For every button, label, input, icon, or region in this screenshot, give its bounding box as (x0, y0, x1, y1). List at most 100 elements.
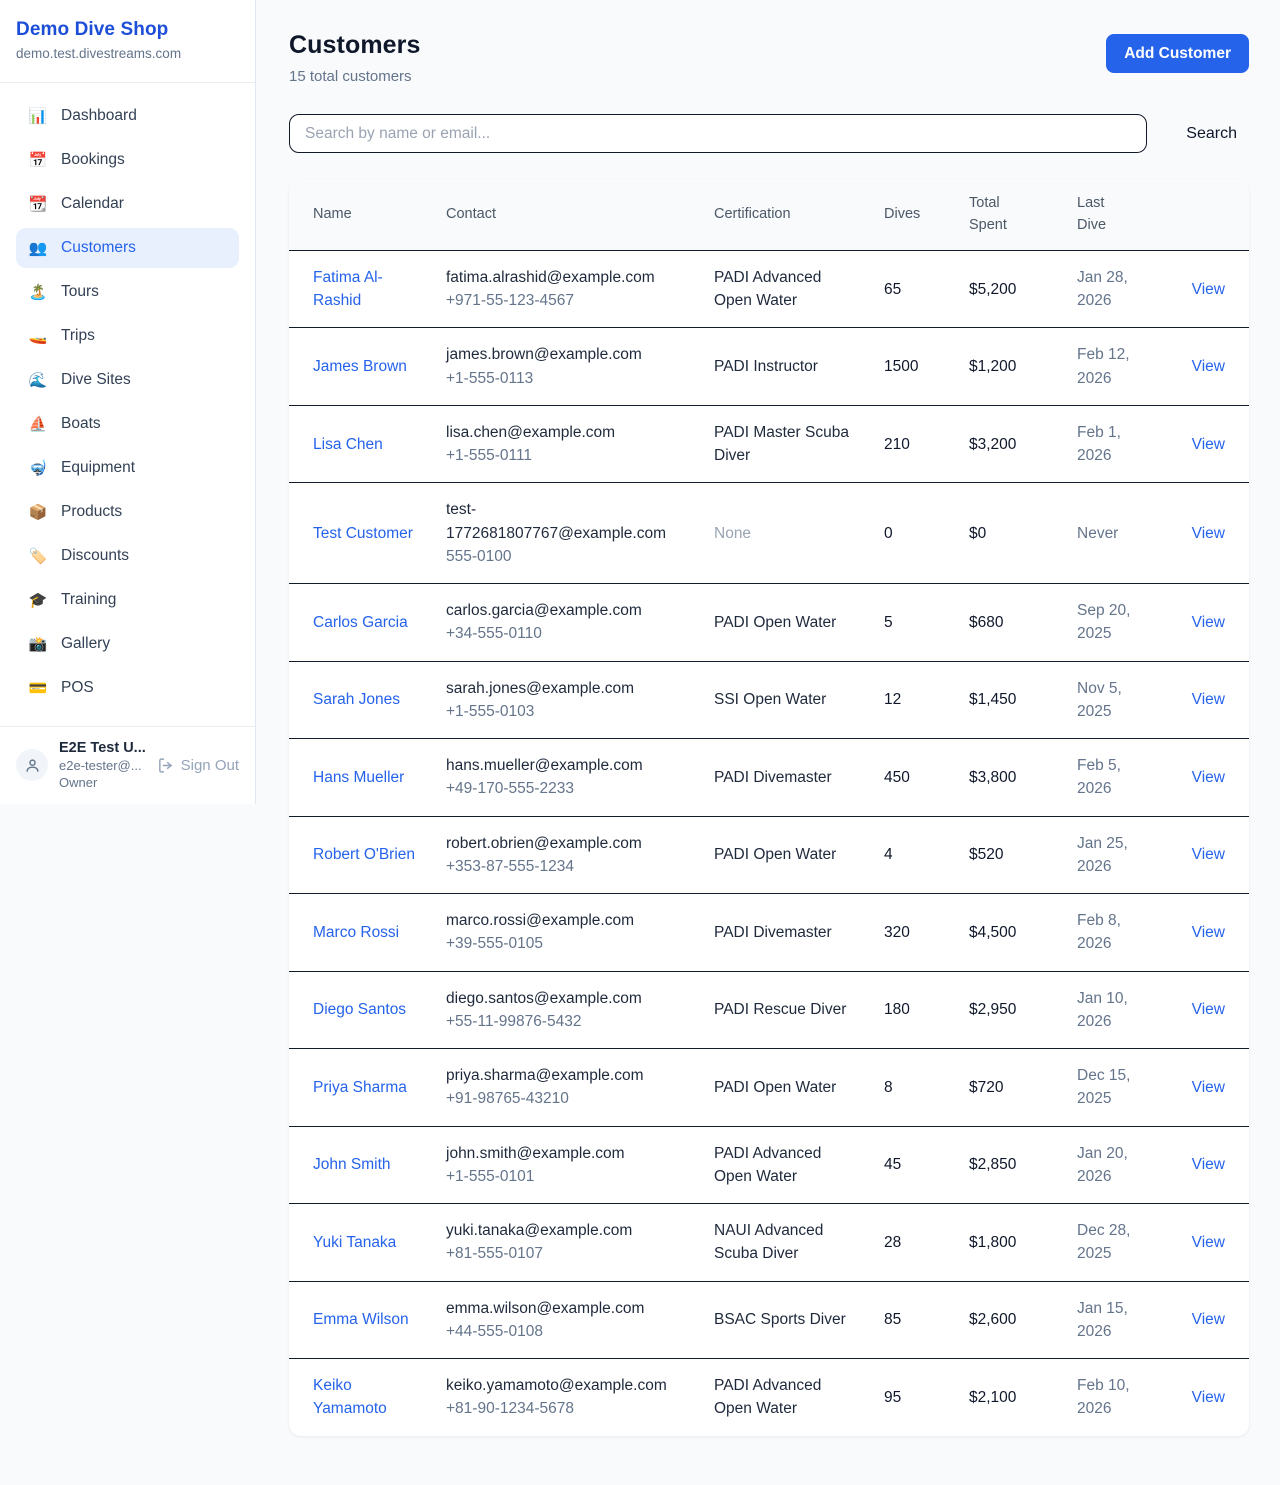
customer-name-link[interactable]: Carlos Garcia (313, 611, 408, 634)
customer-name-link[interactable]: James Brown (313, 355, 407, 378)
customer-phone: +353-87-555-1234 (446, 855, 690, 878)
page-title: Customers (289, 31, 421, 60)
customer-email: emma.wilson@example.com (446, 1297, 690, 1320)
view-customer-link[interactable]: View (1192, 1389, 1225, 1406)
view-customer-link[interactable]: View (1192, 846, 1225, 863)
customer-last-dive: Jan 20, 2026 (1077, 1145, 1128, 1185)
sidebar-item-pos[interactable]: 💳 POS (16, 668, 239, 708)
sidebar-item-equipment[interactable]: 🤿 Equipment (16, 448, 239, 488)
view-customer-link[interactable]: View (1192, 1079, 1225, 1096)
user-email: e2e-tester@... (59, 758, 146, 773)
products-icon: 📦 (28, 505, 48, 520)
customers-icon: 👥 (28, 241, 48, 256)
view-customer-link[interactable]: View (1192, 769, 1225, 786)
user-section: E2E Test U... e2e-tester@... Owner Sign … (0, 726, 255, 804)
training-icon: 🎓 (28, 593, 48, 608)
customer-total-spent: $2,950 (969, 1001, 1016, 1018)
customer-total-spent: $1,450 (969, 691, 1016, 708)
customer-name-link[interactable]: Keiko Yamamoto (313, 1374, 422, 1421)
customer-phone: +81-90-1234-5678 (446, 1397, 690, 1420)
sidebar-item-label: Equipment (61, 459, 135, 477)
customers-table: NameContactCertificationDivesTotal Spent… (289, 179, 1249, 1436)
customer-name-link[interactable]: Priya Sharma (313, 1076, 407, 1099)
customer-certification: None (714, 525, 751, 542)
main-content: Customers 15 total customers Add Custome… (256, 0, 1280, 1436)
customer-phone: +1-555-0113 (446, 367, 690, 390)
customer-name-link[interactable]: Yuki Tanaka (313, 1231, 396, 1254)
view-customer-link[interactable]: View (1192, 614, 1225, 631)
customer-name-link[interactable]: Hans Mueller (313, 766, 404, 789)
sidebar-item-discounts[interactable]: 🏷️ Discounts (16, 536, 239, 576)
customer-name-link[interactable]: John Smith (313, 1153, 391, 1176)
sidebar-item-label: Tours (61, 283, 99, 301)
shop-name: Demo Dive Shop (16, 19, 239, 41)
add-customer-button[interactable]: Add Customer (1106, 34, 1249, 73)
view-customer-link[interactable]: View (1192, 281, 1225, 298)
customer-name-link[interactable]: Robert O'Brien (313, 843, 415, 866)
view-customer-link[interactable]: View (1192, 1001, 1225, 1018)
gallery-icon: 📸 (28, 637, 48, 652)
view-customer-link[interactable]: View (1192, 1234, 1225, 1251)
customer-dives: 180 (884, 1001, 910, 1018)
customer-dives: 320 (884, 924, 910, 941)
tours-icon: 🏝️ (28, 285, 48, 300)
customer-last-dive: Jan 15, 2026 (1077, 1300, 1128, 1340)
customer-name-link[interactable]: Fatima Al-Rashid (313, 266, 422, 313)
view-customer-link[interactable]: View (1192, 436, 1225, 453)
customer-phone: +81-555-0107 (446, 1242, 690, 1265)
customer-last-dive: Jan 10, 2026 (1077, 990, 1128, 1030)
sidebar-item-dive-sites[interactable]: 🌊 Dive Sites (16, 360, 239, 400)
customer-dives: 95 (884, 1389, 901, 1406)
customer-name-link[interactable]: Sarah Jones (313, 688, 400, 711)
customer-total-spent: $680 (969, 614, 1003, 631)
user-role: Owner (59, 775, 146, 790)
sidebar-nav: 📊 Dashboard 📅 Bookings 📆 Calendar 👥 Cust… (0, 83, 255, 726)
sidebar-item-calendar[interactable]: 📆 Calendar (16, 184, 239, 224)
customer-email: marco.rossi@example.com (446, 909, 690, 932)
trips-icon: 🚤 (28, 329, 48, 344)
customer-name-link[interactable]: Marco Rossi (313, 921, 399, 944)
column-header-actions (1170, 179, 1249, 250)
sidebar-item-label: Boats (61, 415, 101, 433)
sidebar-item-boats[interactable]: ⛵ Boats (16, 404, 239, 444)
sidebar-item-tours[interactable]: 🏝️ Tours (16, 272, 239, 312)
customer-name-link[interactable]: Lisa Chen (313, 433, 383, 456)
search-button[interactable]: Search (1174, 125, 1249, 143)
customer-dives: 0 (884, 525, 893, 542)
view-customer-link[interactable]: View (1192, 1311, 1225, 1328)
customer-phone: +49-170-555-2233 (446, 777, 690, 800)
sign-out-icon (157, 757, 174, 774)
sidebar-item-training[interactable]: 🎓 Training (16, 580, 239, 620)
customer-phone: 555-0100 (446, 545, 690, 568)
sidebar-item-products[interactable]: 📦 Products (16, 492, 239, 532)
view-customer-link[interactable]: View (1192, 924, 1225, 941)
sidebar-item-trips[interactable]: 🚤 Trips (16, 316, 239, 356)
table-row: John Smith john.smith@example.com +1-555… (289, 1126, 1249, 1204)
sidebar-item-dashboard[interactable]: 📊 Dashboard (16, 96, 239, 136)
sidebar-item-label: POS (61, 679, 94, 697)
customer-email: hans.mueller@example.com (446, 754, 690, 777)
search-bar: Search (289, 114, 1249, 153)
customer-dives: 28 (884, 1234, 901, 1251)
main-header: Customers 15 total customers Add Custome… (289, 31, 1249, 85)
sidebar-item-label: Trips (61, 327, 95, 345)
user-name: E2E Test U... (59, 740, 146, 756)
sign-out-button[interactable]: Sign Out (157, 757, 239, 774)
customer-dives: 450 (884, 769, 910, 786)
table-row: Diego Santos diego.santos@example.com +5… (289, 971, 1249, 1049)
customer-certification: PADI Divemaster (714, 924, 832, 941)
search-input[interactable] (289, 114, 1147, 153)
customer-total-spent: $3,800 (969, 769, 1016, 786)
sidebar-item-gallery[interactable]: 📸 Gallery (16, 624, 239, 664)
view-customer-link[interactable]: View (1192, 358, 1225, 375)
sidebar-item-customers[interactable]: 👥 Customers (16, 228, 239, 268)
view-customer-link[interactable]: View (1192, 691, 1225, 708)
view-customer-link[interactable]: View (1192, 525, 1225, 542)
customer-name-link[interactable]: Test Customer (313, 522, 413, 545)
customer-name-link[interactable]: Emma Wilson (313, 1308, 409, 1331)
customer-name-link[interactable]: Diego Santos (313, 998, 406, 1021)
column-header-name: Name (289, 179, 434, 250)
sidebar-item-bookings[interactable]: 📅 Bookings (16, 140, 239, 180)
view-customer-link[interactable]: View (1192, 1156, 1225, 1173)
sidebar-item-label: Training (61, 591, 116, 609)
